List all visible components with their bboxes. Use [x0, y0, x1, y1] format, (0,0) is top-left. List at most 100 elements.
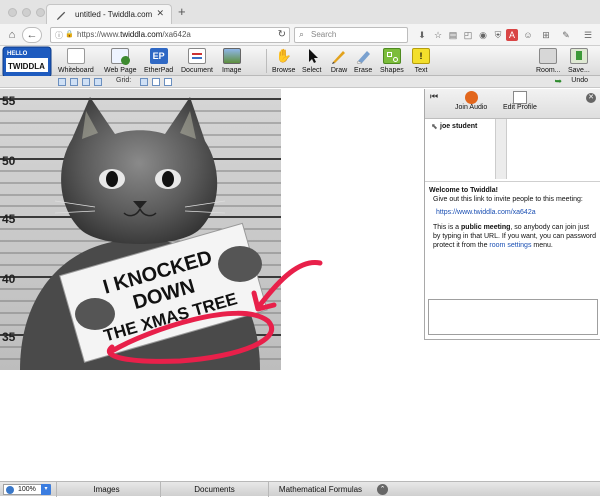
text-button[interactable]: ! Text	[412, 48, 430, 74]
document-button[interactable]: Document	[181, 48, 213, 74]
save-button[interactable]: Save...	[568, 48, 590, 74]
back-arrow-icon[interactable]: ←	[22, 27, 42, 43]
copy-icon[interactable]	[70, 78, 78, 86]
close-window-button[interactable]	[8, 8, 17, 17]
grid-label: Grid:	[116, 77, 132, 84]
layer-icon[interactable]	[94, 78, 102, 86]
undo-button[interactable]: Undo	[571, 77, 588, 84]
draw-button[interactable]: Draw	[330, 48, 348, 74]
home-icon[interactable]: ⌂	[4, 27, 20, 43]
join-audio-button[interactable]: Join Audio	[455, 91, 487, 111]
tab-images[interactable]: Images	[56, 482, 156, 497]
cat-mugshot-image: 55 50 45 40 35 I KNOCKED DOWN THE XMAS T…	[0, 89, 281, 370]
etherpad-icon: EP	[149, 48, 168, 64]
room-button[interactable]: Room...	[536, 48, 561, 74]
search-bar[interactable]: ⌕ Search	[294, 27, 408, 43]
grid-small-button[interactable]	[152, 78, 160, 86]
tool-label: Browse	[272, 67, 296, 74]
browse-button[interactable]: ✋ Browse	[272, 48, 295, 74]
logo-hello-text: HELLO	[7, 51, 28, 57]
pocket-icon[interactable]: ◰	[462, 29, 474, 41]
meeting-link[interactable]: https://www.twiddla.com/xa642a	[429, 204, 597, 217]
collapse-panel-icon[interactable]: ⏮	[430, 91, 438, 102]
tool-label: Image	[222, 67, 242, 74]
user-list-scrollbar[interactable]	[495, 119, 507, 179]
tool-label: Save...	[568, 67, 590, 74]
zoom-icon	[6, 486, 14, 494]
pdf-extension-icon[interactable]: A	[506, 29, 518, 41]
etherpad-button[interactable]: EP EtherPad	[144, 48, 173, 74]
speaker-icon	[464, 91, 478, 104]
bookmarks-list-icon[interactable]: ▤	[447, 29, 459, 41]
image-button[interactable]: Image	[222, 48, 241, 74]
room-settings-link[interactable]: room settings	[489, 242, 531, 249]
height-marker: 40	[2, 272, 16, 286]
pen-extension-icon[interactable]: ✎	[560, 29, 572, 41]
web-page-button[interactable]: Web Page	[104, 48, 137, 74]
profile-card-icon	[512, 91, 527, 104]
document-icon	[187, 48, 206, 64]
erase-button[interactable]: Erase	[354, 48, 372, 74]
minimize-window-button[interactable]	[22, 8, 31, 17]
user-list: ⬉ joe student	[425, 119, 600, 179]
download-icon[interactable]: ⬇	[416, 29, 428, 41]
tool-label: Document	[181, 67, 213, 74]
panel-close-icon[interactable]: ✕	[586, 93, 596, 103]
tab-mathematical-formulas[interactable]: Mathematical Formulas	[268, 482, 372, 497]
align-left-icon[interactable]	[58, 78, 66, 86]
twiddla-logo: HELLO TWIDDLA	[2, 46, 52, 78]
grid-large-button[interactable]	[164, 78, 172, 86]
bookmark-star-icon[interactable]: ☆	[432, 29, 444, 41]
panel-header: ⏮ Join Audio Edit Profile ✕	[425, 89, 600, 119]
edit-profile-button[interactable]: Edit Profile	[503, 91, 537, 111]
edit-profile-label: Edit Profile	[503, 104, 537, 111]
chat-input[interactable]	[428, 299, 598, 335]
info-icon[interactable]: ⓘ	[55, 30, 63, 41]
tool-label: Room...	[536, 67, 561, 74]
tool-label: Select	[302, 67, 322, 74]
tool-label: Text	[414, 67, 428, 74]
browser-tab[interactable]: untitled - Twiddla.com ✕	[46, 4, 172, 24]
tab-close-icon[interactable]: ✕	[156, 8, 164, 19]
join-audio-label: Join Audio	[455, 104, 488, 111]
shapes-button[interactable]: Shapes	[380, 48, 404, 74]
whiteboard-icon	[66, 48, 85, 64]
url-bar[interactable]: ⓘ 🔒 https://www.twiddla.com/xa642a ↻	[50, 27, 290, 43]
search-placeholder: Search	[311, 30, 337, 39]
tab-documents[interactable]: Documents	[160, 482, 268, 497]
public-meeting-text: This is a public meeting, so anybody can…	[433, 224, 597, 249]
shield-icon[interactable]: ⛨	[492, 29, 504, 41]
chevron-down-icon[interactable]: ▾	[41, 484, 51, 495]
navigation-bar: ⌂ ← ⓘ 🔒 https://www.twiddla.com/xa642a ↻…	[0, 24, 600, 46]
paste-icon[interactable]	[82, 78, 90, 86]
image-icon	[222, 48, 241, 64]
ink-arrow	[251, 260, 323, 312]
extension-icon[interactable]: ◉	[477, 29, 489, 41]
welcome-message: Welcome to Twiddla! Give out this link t…	[425, 181, 600, 296]
tool-label: EtherPad	[144, 67, 174, 74]
addon-menu-icon[interactable]: ⊞	[540, 29, 552, 41]
ghost-extension-icon[interactable]: ☺	[522, 29, 534, 41]
user-name[interactable]: joe student	[440, 123, 477, 130]
shapes-icon	[382, 48, 401, 64]
maximize-window-button[interactable]	[36, 8, 45, 17]
text-icon: !	[412, 48, 430, 64]
url-text: https://www.twiddla.com/xa642a	[77, 30, 191, 39]
web-page-icon	[111, 48, 131, 65]
undo-arrow-icon[interactable]: ➥	[554, 76, 562, 87]
zoom-select[interactable]: 100% ▾	[3, 484, 51, 495]
welcome-title: Welcome to Twiddla!	[429, 187, 498, 194]
tool-label: Whiteboard	[58, 67, 94, 74]
reload-icon[interactable]: ↻	[278, 29, 286, 40]
bottom-panel-toggle-icon[interactable]: ⌃	[377, 484, 388, 495]
select-button[interactable]: Select	[302, 48, 321, 74]
tool-label: Draw	[330, 67, 348, 74]
toolbar-separator	[266, 49, 267, 73]
height-marker: 45	[2, 212, 16, 226]
twiddla-toolbar: HELLO TWIDDLA Whiteboard Web Page EP Eth…	[0, 46, 600, 78]
new-tab-button[interactable]: +	[178, 5, 186, 18]
grid-off-button[interactable]	[140, 78, 148, 86]
tool-label: Shapes	[380, 67, 404, 74]
hamburger-menu-icon[interactable]: ☰	[582, 29, 594, 41]
whiteboard-button[interactable]: Whiteboard	[58, 48, 94, 74]
